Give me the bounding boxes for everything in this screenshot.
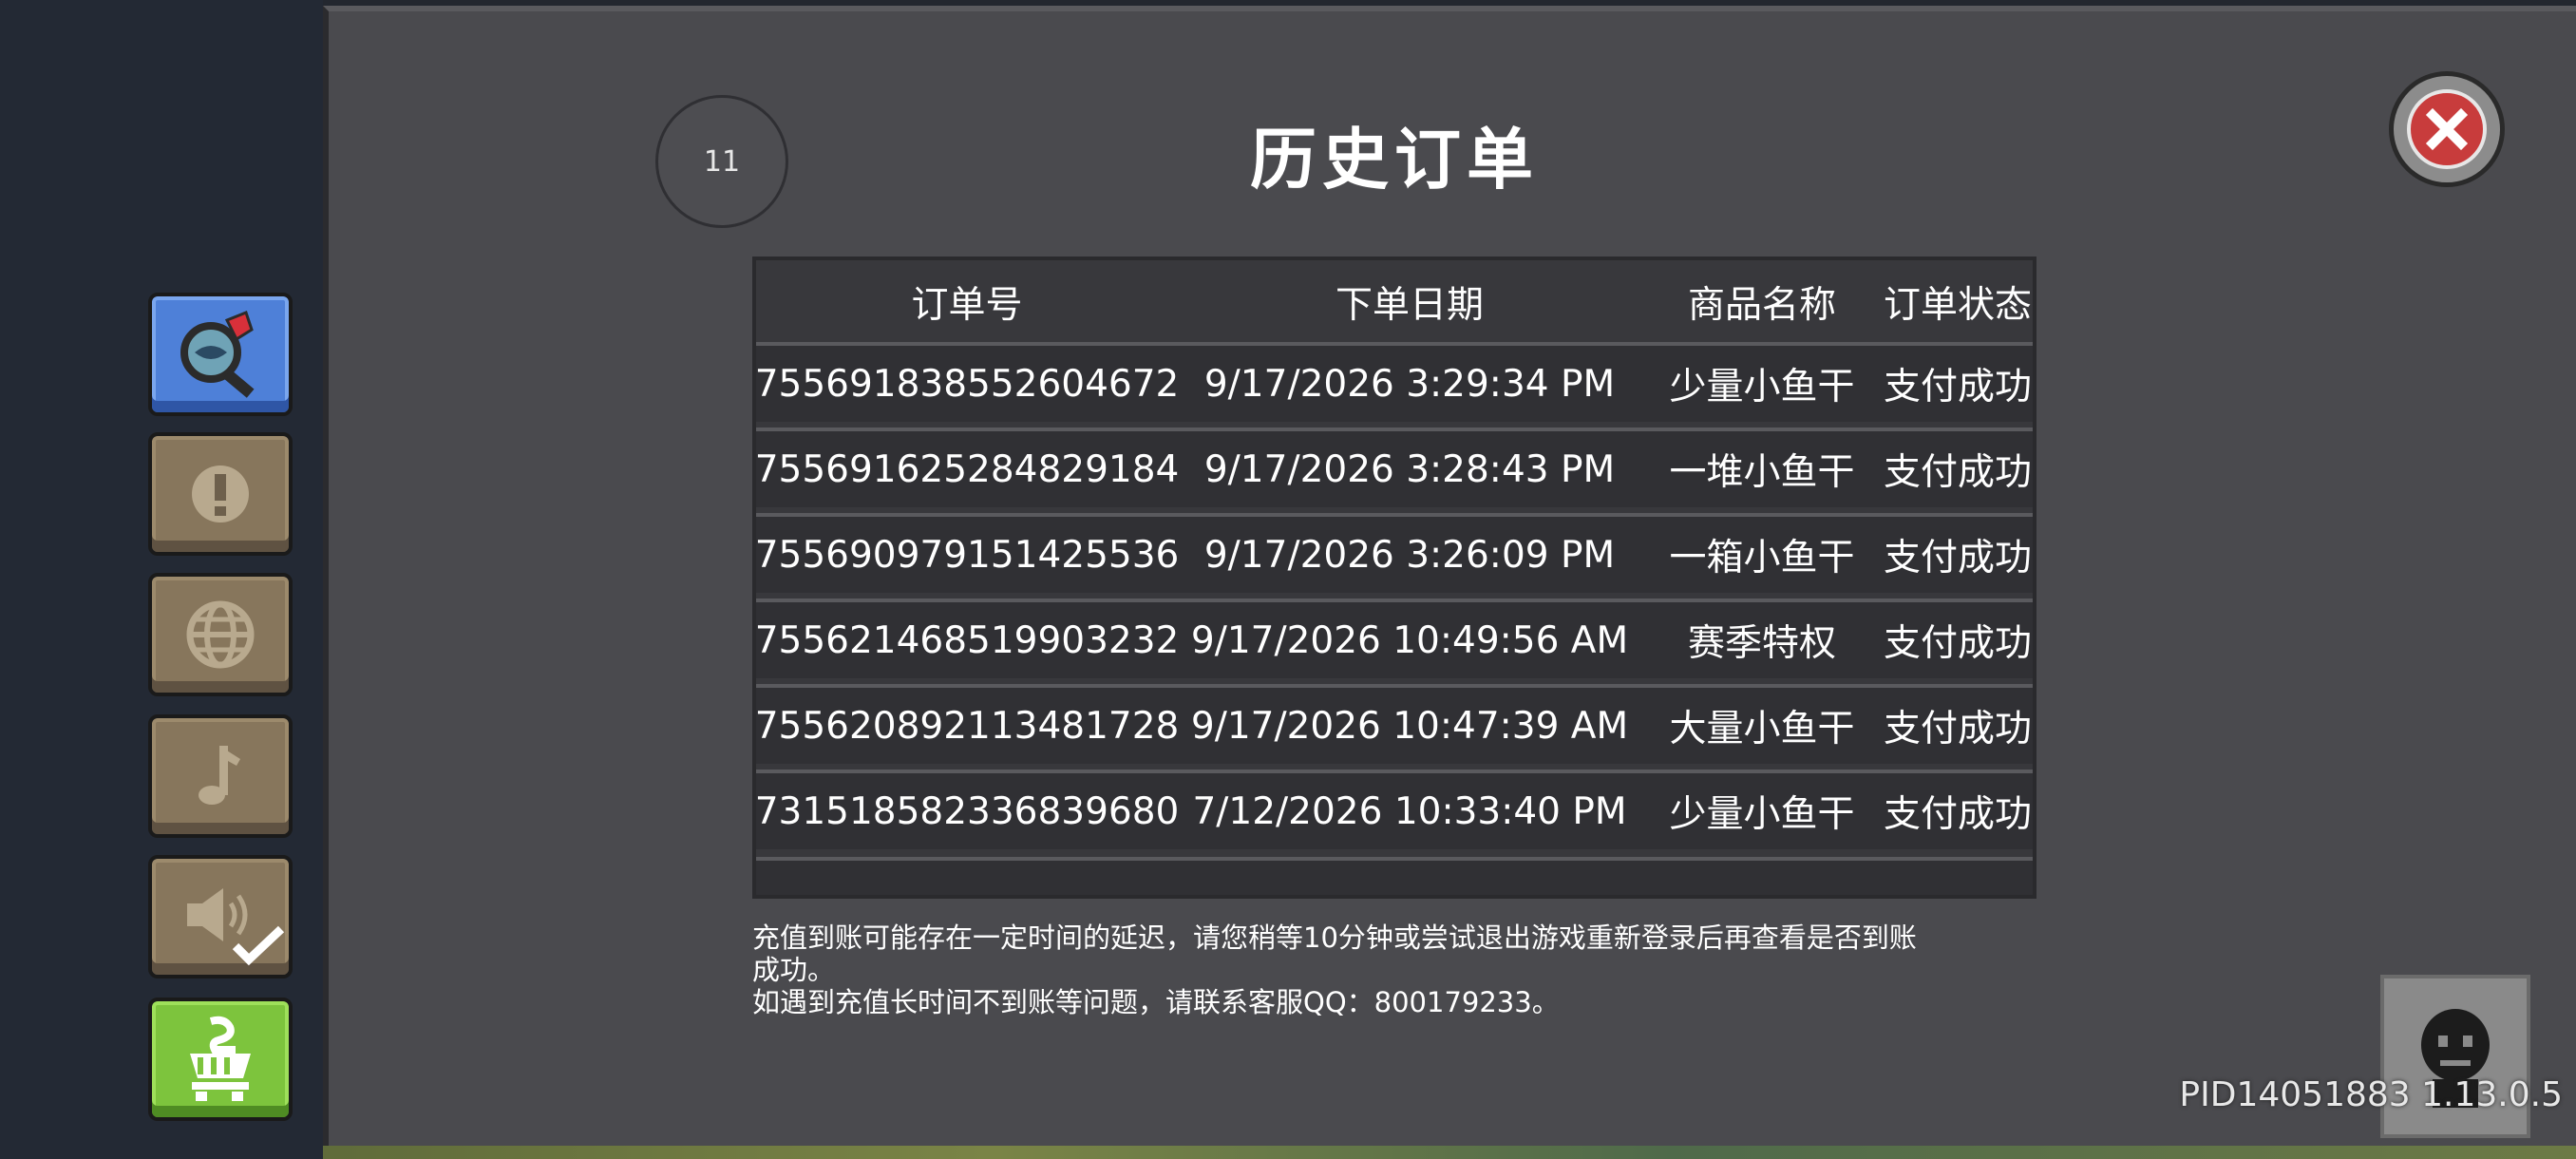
order-date-cell: 9/17/2026 10:49:56 AM [1190, 618, 1629, 662]
notice-line-2: 成功。 [752, 954, 836, 986]
order-date-cell: 9/17/2026 3:26:09 PM [1203, 533, 1616, 577]
map-background [313, 1145, 2576, 1159]
sound-button[interactable] [148, 855, 293, 978]
notice-button[interactable] [148, 432, 293, 556]
table-row: 731518582336839680 7/12/2026 10:33:40 PM… [754, 770, 2033, 849]
orders-table: 订单号 下单日期 商品名称 订单状态 755691838552604672 9/… [752, 256, 2036, 899]
page-badge: 11 [655, 95, 788, 228]
player-id-version: PID14051883 1.13.0.5 [2179, 1075, 2563, 1114]
order-date-cell: 9/17/2026 10:47:39 AM [1190, 704, 1629, 748]
table-header: 订单号 下单日期 商品名称 订单状态 [756, 260, 2033, 344]
order-status-cell: 支付成功 [1883, 793, 2032, 836]
product-name-cell: 一箱小鱼干 [1669, 537, 1855, 580]
order-status-cell: 支付成功 [1883, 537, 2032, 580]
column-header-order-id: 订单号 [911, 284, 1023, 327]
order-date-cell: 7/12/2026 10:33:40 PM [1192, 789, 1627, 833]
order-status-cell: 支付成功 [1883, 622, 2032, 665]
shopping-cart-icon [190, 1016, 251, 1101]
product-name-cell: 一堆小鱼干 [1669, 451, 1855, 494]
order-id-cell: 755691838552604672 [754, 362, 1180, 406]
order-id-cell: 755620892113481728 [754, 704, 1180, 748]
table-row: 755691838552604672 9/17/2026 3:29:34 PM … [754, 342, 2033, 422]
magnifier-icon [180, 311, 255, 398]
order-date-cell: 9/17/2026 3:29:34 PM [1203, 362, 1616, 406]
product-name-cell: 少量小鱼干 [1669, 793, 1855, 836]
table-row: 755691625284829184 9/17/2026 3:28:43 PM … [754, 428, 2033, 507]
order-status-cell: 支付成功 [1883, 451, 2032, 494]
page-title: 历史订单 [1250, 121, 1539, 199]
music-note-icon [199, 746, 240, 805]
close-icon [2425, 107, 2469, 151]
column-header-order-date: 下单日期 [1335, 284, 1484, 327]
checkmark-icon [232, 925, 285, 966]
order-date-cell: 9/17/2026 3:28:43 PM [1203, 447, 1616, 491]
product-name-cell: 大量小鱼干 [1669, 708, 1855, 750]
order-status-cell: 支付成功 [1883, 366, 2032, 408]
globe-icon [186, 600, 255, 669]
order-id-cell: 755690979151425536 [754, 533, 1180, 577]
sidebar [0, 0, 323, 1159]
column-header-order-status: 订单状态 [1883, 284, 2032, 327]
table-row: 755621468519903232 9/17/2026 10:49:56 AM… [754, 598, 2033, 678]
order-status-cell: 支付成功 [1883, 708, 2032, 750]
notice-line-3: 如遇到充值长时间不到账等问题，请联系客服QQ：800179233。 [752, 986, 1560, 1018]
table-row: 755620892113481728 9/17/2026 10:47:39 AM… [754, 684, 2033, 764]
language-button[interactable] [148, 573, 293, 696]
search-map-button[interactable] [148, 293, 293, 416]
product-name-cell: 赛季特权 [1687, 622, 1836, 665]
order-id-cell: 731518582336839680 [754, 789, 1180, 833]
table-footer [756, 857, 2033, 895]
order-id-cell: 755691625284829184 [754, 447, 1180, 491]
close-button[interactable] [2389, 71, 2505, 187]
notice-line-1: 充值到账可能存在一定时间的延迟，请您稍等10分钟或尝试退出游戏重新登录后再查看是… [752, 922, 1917, 954]
exclamation-icon [192, 466, 249, 522]
music-button[interactable] [148, 714, 293, 838]
column-header-product-name: 商品名称 [1687, 284, 1836, 327]
recharge-notice: 充值到账可能存在一定时间的延迟，请您稍等10分钟或尝试退出游戏重新登录后再查看是… [752, 922, 2063, 1018]
table-row: 755690979151425536 9/17/2026 3:26:09 PM … [754, 513, 2033, 593]
product-name-cell: 少量小鱼干 [1669, 366, 1855, 408]
shop-button[interactable] [148, 998, 293, 1121]
order-id-cell: 755621468519903232 [754, 618, 1180, 662]
